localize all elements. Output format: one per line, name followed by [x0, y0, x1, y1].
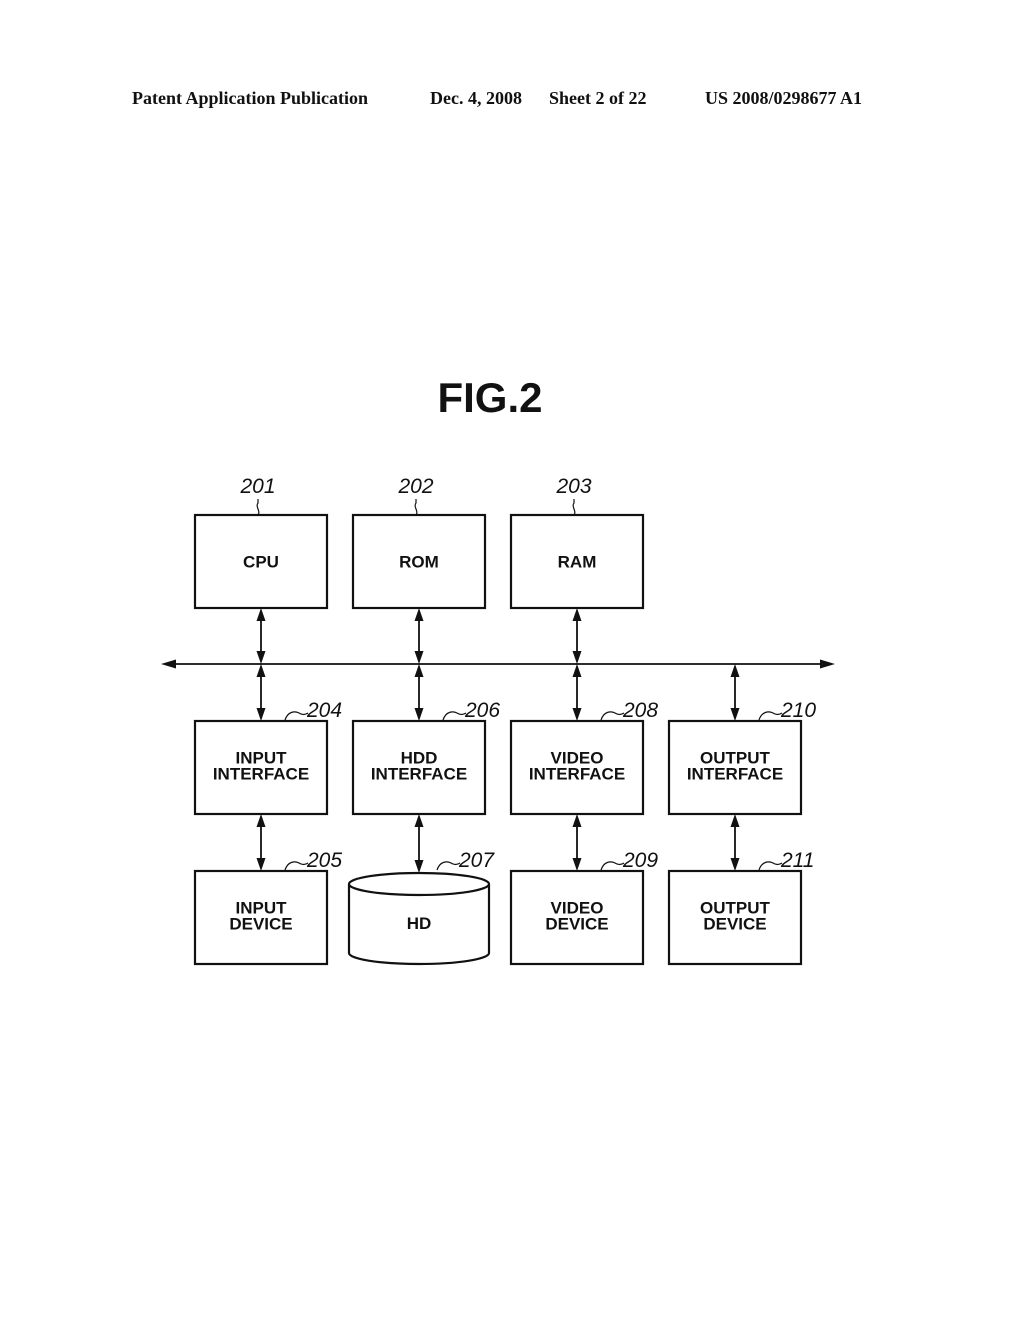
arrowhead-up	[572, 814, 582, 827]
hdd-interface-label: INTERFACE	[371, 765, 467, 784]
output-device-leader	[758, 861, 783, 871]
arrowhead-down	[572, 858, 582, 871]
rom-leader	[414, 499, 418, 516]
bus-arrow-left	[161, 659, 176, 669]
arrowhead-down	[414, 708, 424, 721]
cpu-label: CPU	[243, 553, 279, 572]
arrowhead-down	[414, 651, 424, 664]
ram-label: RAM	[558, 553, 597, 572]
arrowhead-up	[730, 814, 740, 827]
arrowhead-up	[414, 664, 424, 677]
hd-label: HD	[407, 914, 432, 933]
arrowhead-down	[256, 708, 266, 721]
video-device-label: DEVICE	[545, 915, 608, 934]
arrowhead-down	[572, 708, 582, 721]
input-interface-ref: 204	[306, 699, 342, 722]
arrowhead-up	[256, 608, 266, 621]
cpu-leader	[256, 499, 260, 516]
input-device-label: DEVICE	[229, 915, 292, 934]
output-device-label: DEVICE	[703, 915, 766, 934]
rom-label: ROM	[399, 553, 439, 572]
arrowhead-down	[730, 858, 740, 871]
figure-title: FIG.2	[437, 374, 542, 421]
video-interface-label: INTERFACE	[529, 765, 625, 784]
arrowhead-up	[414, 608, 424, 621]
arrowhead-down	[256, 858, 266, 871]
output-interface-leader	[758, 711, 783, 721]
arrowhead-down	[256, 651, 266, 664]
cpu-ref: 201	[239, 475, 275, 498]
hdd-interface-leader	[442, 711, 467, 721]
rom-ref: 202	[397, 475, 433, 498]
input-device-ref: 205	[306, 849, 342, 872]
arrowhead-up	[256, 664, 266, 677]
video-device-leader	[600, 861, 625, 871]
video-interface-ref: 208	[622, 699, 658, 722]
output-interface-ref: 210	[780, 699, 816, 722]
hd-leader	[436, 861, 461, 871]
arrowhead-up	[730, 664, 740, 677]
arrowhead-up	[572, 664, 582, 677]
block-diagram: FIG.2 CPU201ROM202RAM203INPUTINTERFACE20…	[161, 374, 835, 966]
input-device-leader	[284, 861, 309, 871]
arrowhead-up	[256, 814, 266, 827]
bus-arrow-right	[820, 659, 835, 669]
output-device-ref: 211	[780, 849, 814, 872]
arrowhead-down	[414, 860, 424, 873]
input-interface-label: INTERFACE	[213, 765, 309, 784]
ram-leader	[572, 499, 576, 516]
arrowhead-down	[572, 651, 582, 664]
hdd-interface-ref: 206	[464, 699, 500, 722]
video-device-ref: 209	[622, 849, 658, 872]
hd-ref: 207	[458, 849, 495, 872]
arrowhead-up	[572, 608, 582, 621]
video-interface-leader	[600, 711, 625, 721]
input-interface-leader	[284, 711, 309, 721]
output-interface-label: INTERFACE	[687, 765, 783, 784]
arrowhead-down	[730, 708, 740, 721]
ram-ref: 203	[555, 475, 591, 498]
arrowhead-up	[414, 814, 424, 827]
